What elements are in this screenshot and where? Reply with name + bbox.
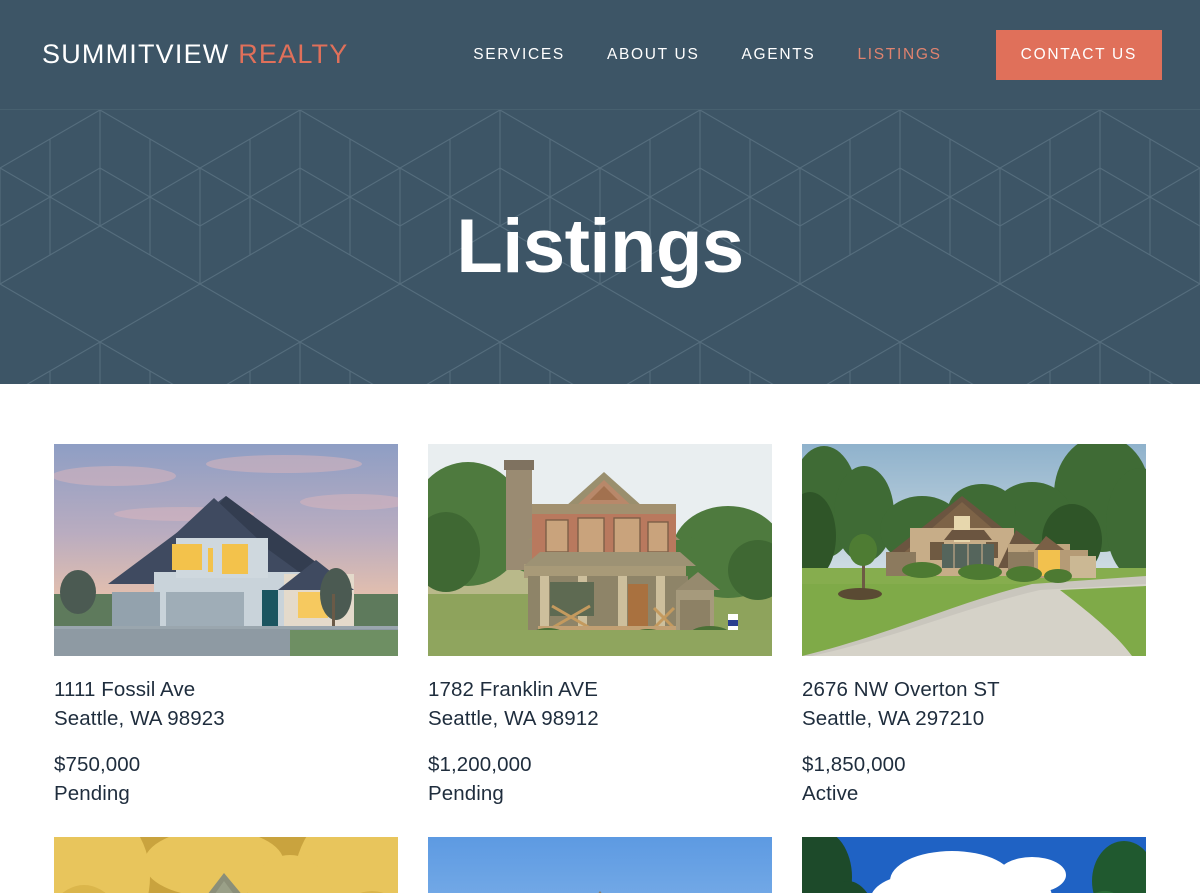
listing-price: $1,850,000	[802, 753, 906, 777]
listings-grid: 1111 Fossil Ave Seattle, WA 98923 $750,0…	[54, 444, 1146, 893]
listing-card[interactable]: 2676 NW Overton ST Seattle, WA 297210 $1…	[802, 444, 1146, 808]
logo-primary-text: SUMMITVIEW	[42, 39, 230, 69]
listing-city: Seattle, WA 98923	[54, 707, 225, 731]
site-header: SUMMITVIEW REALTY SERVICES ABOUT US AGEN…	[0, 0, 1200, 110]
listings-section: 1111 Fossil Ave Seattle, WA 98923 $750,0…	[0, 384, 1200, 893]
primary-navigation: SERVICES ABOUT US AGENTS LISTINGS CONTAC…	[452, 29, 1162, 80]
listing-card[interactable]: 1782 Franklin AVE Seattle, WA 98912 $1,2…	[428, 444, 772, 808]
listing-city: Seattle, WA 297210	[802, 707, 985, 731]
listing-card[interactable]	[428, 837, 772, 893]
logo-accent-text: REALTY	[238, 39, 349, 69]
listing-photo-autumn-roof[interactable]	[54, 837, 398, 893]
listing-address: 1111 Fossil Ave	[54, 678, 196, 701]
nav-item-about-us[interactable]: ABOUT US	[586, 46, 721, 64]
page-title: Listings	[456, 204, 744, 289]
listing-address: 1782 Franklin AVE	[428, 678, 598, 701]
nav-item-listings[interactable]: LISTINGS	[836, 46, 962, 64]
listing-card[interactable]	[54, 837, 398, 893]
listing-address: 2676 NW Overton ST	[802, 678, 1000, 701]
listing-details: 1111 Fossil Ave Seattle, WA 98923 $750,0…	[54, 656, 398, 808]
listing-photo-craftsman-house[interactable]	[428, 444, 772, 656]
listing-photo-palms-blue-sky[interactable]	[802, 837, 1146, 893]
listing-card[interactable]	[802, 837, 1146, 893]
listing-photo-roof-blue-sky[interactable]	[428, 837, 772, 893]
listing-details: 2676 NW Overton ST Seattle, WA 297210 $1…	[802, 656, 1146, 808]
contact-us-button[interactable]: CONTACT US	[995, 29, 1162, 80]
listing-status: Pending	[54, 782, 130, 806]
listing-photo-dusk-house[interactable]	[54, 444, 398, 656]
listing-price: $750,000	[54, 753, 141, 777]
nav-item-agents[interactable]: AGENTS	[721, 46, 837, 64]
listing-photo-stone-estate[interactable]	[802, 444, 1146, 656]
listing-status: Active	[802, 782, 859, 806]
listing-card[interactable]: 1111 Fossil Ave Seattle, WA 98923 $750,0…	[54, 444, 398, 808]
listing-details: 1782 Franklin AVE Seattle, WA 98912 $1,2…	[428, 656, 772, 808]
nav-item-services[interactable]: SERVICES	[452, 46, 586, 64]
hero-banner: Listings	[0, 110, 1200, 384]
site-logo[interactable]: SUMMITVIEW REALTY	[42, 39, 348, 70]
listing-city: Seattle, WA 98912	[428, 707, 599, 731]
listing-price: $1,200,000	[428, 753, 532, 777]
listing-status: Pending	[428, 782, 504, 806]
